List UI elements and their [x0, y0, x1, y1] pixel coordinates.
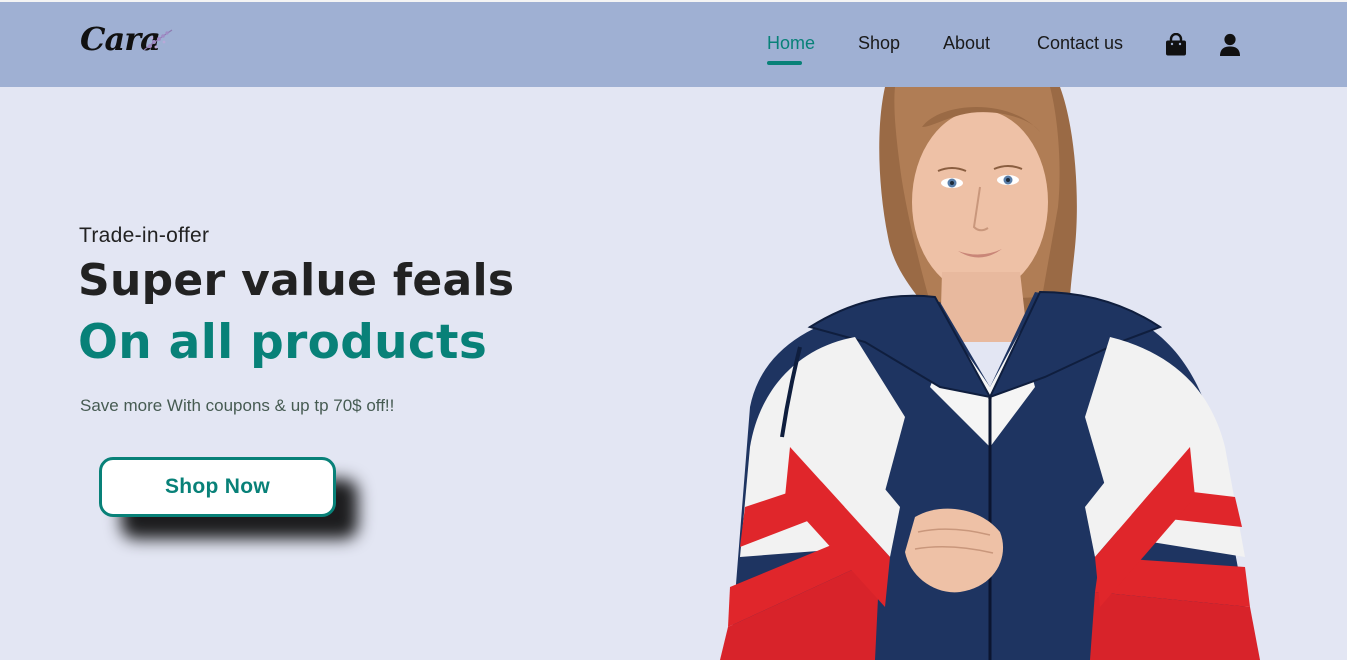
site-header: Cara Home Shop About Contact us: [0, 0, 1347, 87]
lavender-sprig-icon: [143, 29, 173, 51]
nav-home[interactable]: Home: [767, 33, 815, 65]
hero-headline: Super value feals: [78, 255, 515, 306]
nav-about[interactable]: About: [943, 33, 990, 54]
hero-model-image: [720, 87, 1260, 660]
hero-section: Trade-in-offer Super value feals On all …: [0, 87, 1347, 660]
shopping-bag-icon[interactable]: [1165, 32, 1187, 57]
hero-headline-accent: On all products: [78, 315, 488, 370]
nav-contact-us[interactable]: Contact us: [1037, 33, 1123, 54]
nav-shop[interactable]: Shop: [858, 33, 900, 54]
user-icon[interactable]: [1219, 33, 1241, 57]
shop-now-button[interactable]: Shop Now: [99, 457, 336, 517]
hero-kicker: Trade-in-offer: [79, 224, 210, 247]
hero-subtext: Save more With coupons & up tp 70$ off!!: [80, 396, 395, 415]
cara-logo[interactable]: Cara: [80, 20, 180, 64]
